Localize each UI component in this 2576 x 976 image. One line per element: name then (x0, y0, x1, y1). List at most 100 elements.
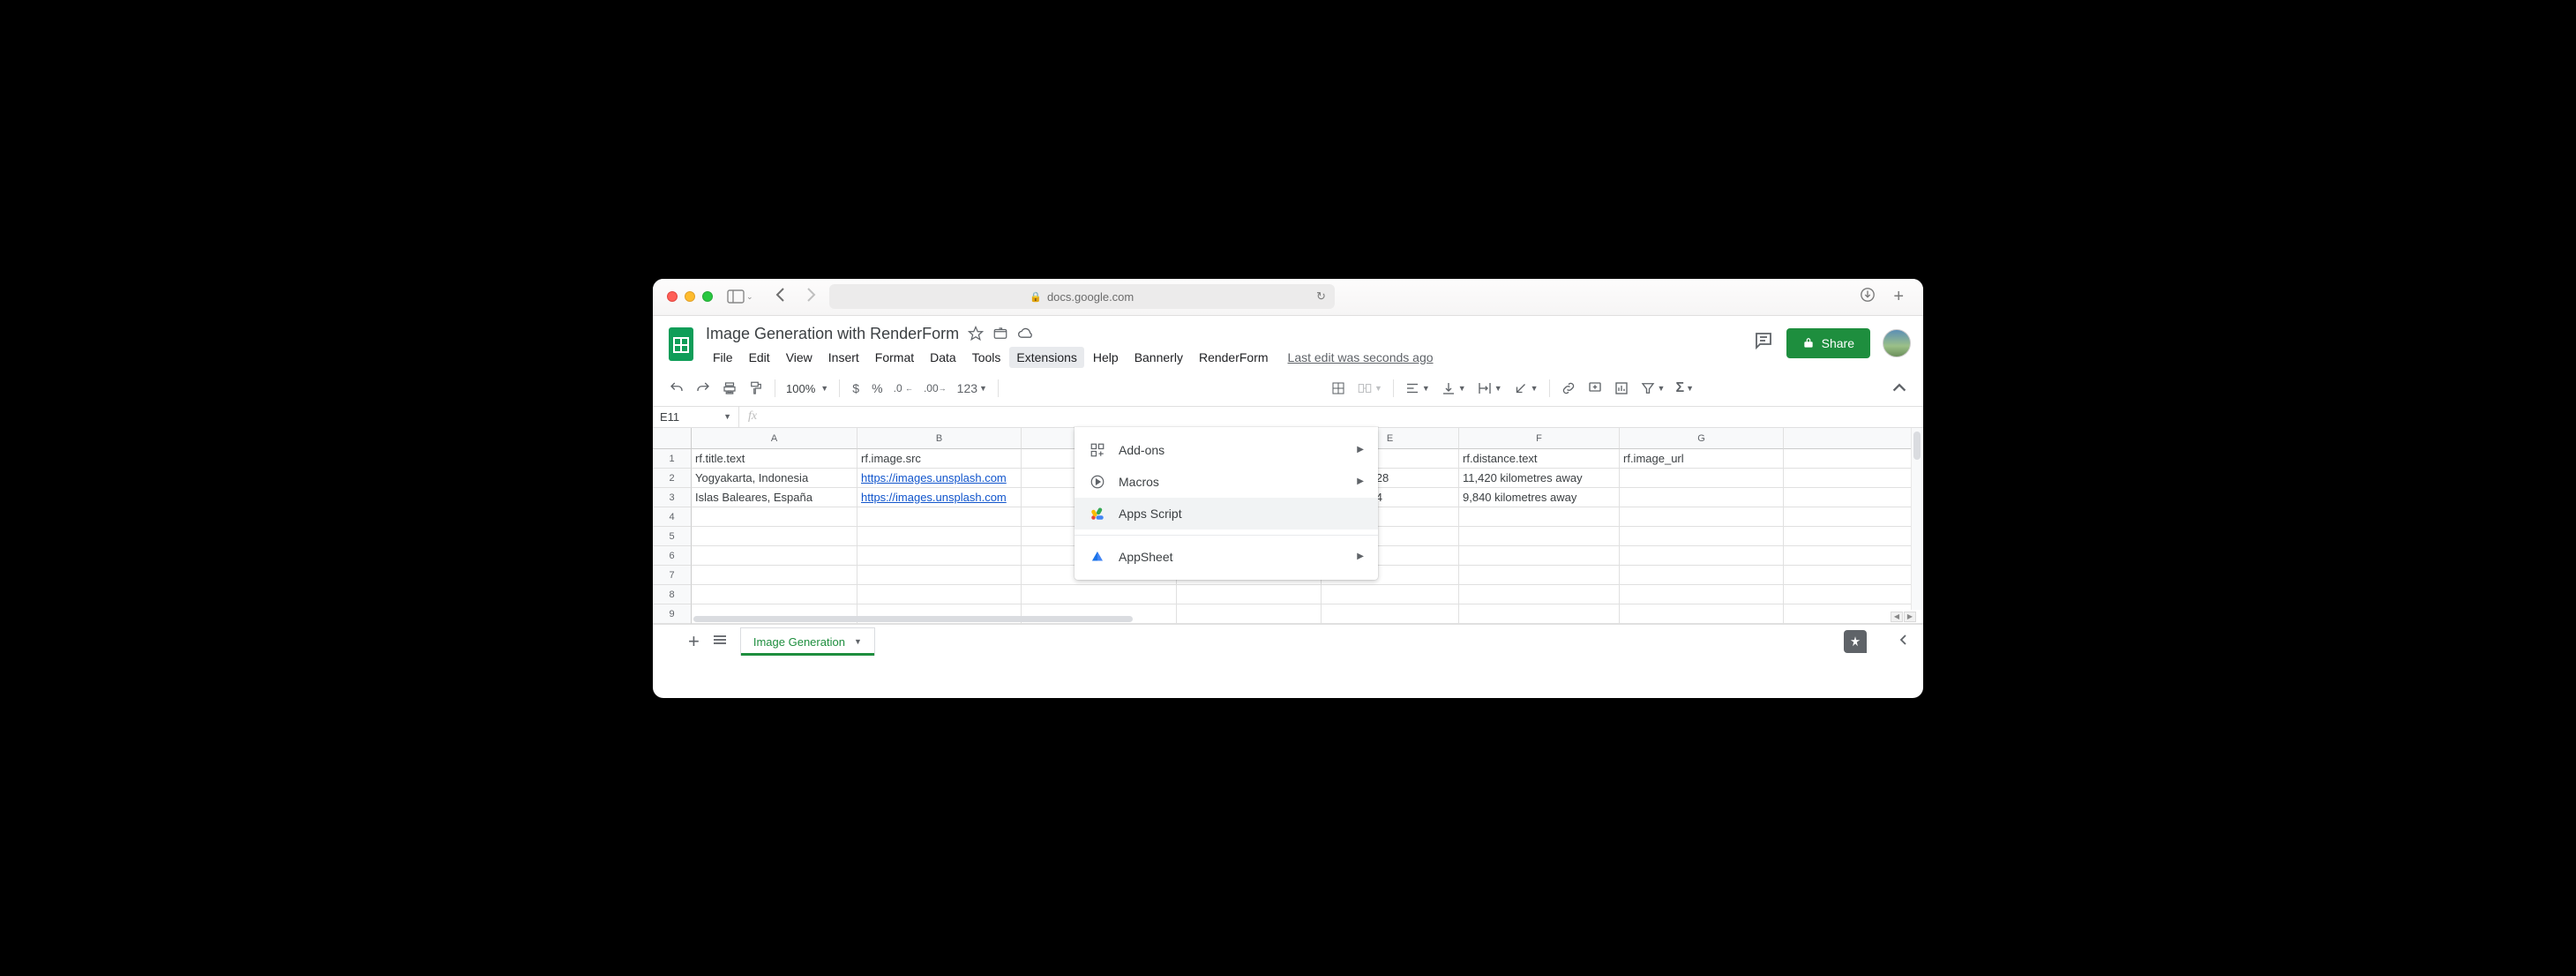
doc-title[interactable]: Image Generation with RenderForm (706, 325, 959, 343)
redo-button[interactable] (692, 377, 715, 400)
col-header-extra[interactable] (1784, 428, 1923, 449)
downloads-button[interactable] (1854, 287, 1881, 307)
cell[interactable] (857, 585, 1022, 604)
cell[interactable] (1459, 546, 1620, 566)
print-button[interactable] (718, 377, 741, 400)
maximize-window-button[interactable] (702, 291, 713, 302)
cell[interactable] (1784, 585, 1923, 604)
move-icon[interactable] (992, 326, 1008, 342)
borders-button[interactable] (1327, 377, 1350, 400)
scroll-right-button[interactable]: ▶ (1904, 612, 1916, 622)
menu-edit[interactable]: Edit (742, 347, 777, 368)
cell[interactable] (1459, 527, 1620, 546)
cell[interactable] (1620, 488, 1784, 507)
cell[interactable] (1620, 604, 1784, 624)
cell[interactable] (1784, 507, 1923, 527)
cell[interactable] (692, 546, 857, 566)
filter-button[interactable]: ▼ (1636, 377, 1669, 400)
decrease-decimal-button[interactable]: .0 ← (890, 379, 917, 398)
cell[interactable] (1620, 585, 1784, 604)
cell[interactable] (857, 527, 1022, 546)
menu-data[interactable]: Data (923, 347, 963, 368)
side-panel-toggle[interactable] (1898, 634, 1909, 650)
cell[interactable]: rf.title.text (692, 449, 857, 469)
star-icon[interactable] (968, 326, 984, 342)
row-header-8[interactable]: 8 (653, 585, 692, 604)
cell[interactable] (1620, 546, 1784, 566)
cell[interactable] (1322, 604, 1459, 624)
forward-button[interactable] (799, 287, 822, 307)
all-sheets-button[interactable] (712, 634, 728, 650)
cell[interactable]: rf.distance.text (1459, 449, 1620, 469)
cell[interactable] (692, 507, 857, 527)
cell[interactable] (1459, 507, 1620, 527)
edit-status[interactable]: Last edit was seconds ago (1288, 350, 1434, 364)
explore-button[interactable] (1844, 630, 1867, 653)
row-header-3[interactable]: 3 (653, 488, 692, 507)
wrap-button[interactable]: ▼ (1473, 377, 1506, 400)
collapse-toolbar-button[interactable] (1888, 377, 1911, 400)
cell[interactable] (1322, 585, 1459, 604)
cell[interactable] (1022, 585, 1177, 604)
menu-format[interactable]: Format (868, 347, 921, 368)
dropdown-macros[interactable]: Macros ▶ (1075, 466, 1378, 498)
reload-button[interactable]: ↻ (1316, 289, 1326, 304)
cloud-icon[interactable] (1017, 326, 1035, 342)
name-box[interactable]: E11▼ (653, 407, 739, 427)
dropdown-addons[interactable]: Add-ons ▶ (1075, 434, 1378, 466)
undo-button[interactable] (665, 377, 688, 400)
merge-button[interactable]: ▼ (1353, 377, 1386, 400)
cell[interactable] (1784, 488, 1923, 507)
row-header-7[interactable]: 7 (653, 566, 692, 585)
menu-tools[interactable]: Tools (965, 347, 1008, 368)
percent-button[interactable]: % (868, 378, 886, 399)
cell[interactable] (1784, 546, 1923, 566)
vertical-scroll-thumb[interactable] (1913, 432, 1921, 460)
menu-view[interactable]: View (779, 347, 820, 368)
row-header-5[interactable]: 5 (653, 527, 692, 546)
cell[interactable] (692, 566, 857, 585)
dropdown-apps-script[interactable]: Apps Script (1075, 498, 1378, 529)
cell[interactable] (1620, 527, 1784, 546)
cell[interactable] (857, 566, 1022, 585)
add-sheet-button[interactable]: + (688, 630, 700, 653)
menu-extensions[interactable]: Extensions (1009, 347, 1083, 368)
formula-input[interactable] (766, 407, 1923, 427)
minimize-window-button[interactable] (685, 291, 695, 302)
cell[interactable] (692, 585, 857, 604)
menu-help[interactable]: Help (1086, 347, 1126, 368)
col-header-a[interactable]: A (692, 428, 857, 449)
sheet-tab-menu-icon[interactable]: ▼ (854, 637, 862, 646)
row-header-6[interactable]: 6 (653, 546, 692, 566)
scroll-left-button[interactable]: ◀ (1891, 612, 1903, 622)
row-header-4[interactable]: 4 (653, 507, 692, 527)
cell[interactable]: rf.image_url (1620, 449, 1784, 469)
link-button[interactable] (1557, 377, 1580, 400)
sidebar-toggle-button[interactable]: ⌄ (727, 289, 753, 304)
comment-button[interactable] (1584, 377, 1606, 400)
cell[interactable]: https://images.unsplash.com (857, 469, 1022, 488)
col-header-f[interactable]: F (1459, 428, 1620, 449)
paint-format-button[interactable] (745, 377, 768, 400)
col-header-g[interactable]: G (1620, 428, 1784, 449)
row-header-1[interactable]: 1 (653, 449, 692, 469)
chart-button[interactable] (1610, 377, 1633, 400)
menu-insert[interactable]: Insert (821, 347, 866, 368)
cell[interactable] (857, 507, 1022, 527)
back-button[interactable] (769, 287, 792, 307)
cell[interactable]: 11,420 kilometres away (1459, 469, 1620, 488)
url-bar[interactable]: 🔒 docs.google.com ↻ (829, 284, 1335, 309)
zoom-select[interactable]: 100%▼ (783, 382, 832, 395)
col-header-b[interactable]: B (857, 428, 1022, 449)
cell[interactable] (1177, 604, 1322, 624)
cell[interactable]: Islas Baleares, España (692, 488, 857, 507)
share-button[interactable]: Share (1786, 328, 1870, 358)
cell[interactable] (857, 546, 1022, 566)
cell[interactable]: 9,840 kilometres away (1459, 488, 1620, 507)
increase-decimal-button[interactable]: .00→ (920, 379, 950, 398)
new-tab-button[interactable]: + (1888, 287, 1909, 307)
cell[interactable] (1620, 507, 1784, 527)
cell[interactable] (1784, 566, 1923, 585)
cell[interactable] (1620, 566, 1784, 585)
cell[interactable] (1459, 566, 1620, 585)
